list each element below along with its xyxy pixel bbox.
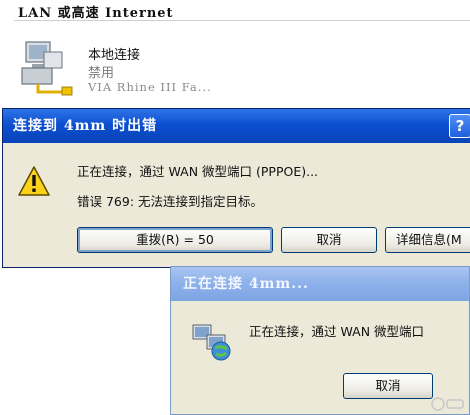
watermark-logo-icon (431, 397, 464, 411)
error-message-code: 错误 769: 无法连接到指定目标。 (77, 194, 264, 209)
connecting-message: 正在连接，通过 WAN 微型端口 (249, 324, 425, 339)
connecting-network-icon (192, 324, 231, 361)
section-header: LAN 或高速 Internet (18, 6, 174, 21)
redial-button[interactable]: 重拨(R) = 50 (77, 227, 273, 253)
connecting-dialog: 正在连接 4mm... 正在连接，通过 WAN 微型端口 取消 (170, 266, 470, 415)
cancel-button[interactable]: 取消 (281, 227, 377, 253)
error-message-connecting: 正在连接，通过 WAN 微型端口 (PPPOE)... (77, 164, 319, 179)
connecting-dialog-title[interactable]: 正在连接 4mm... (171, 267, 469, 301)
connection-name[interactable]: 本地连接 (88, 44, 140, 63)
connection-status: 禁用 (88, 66, 115, 81)
connection-device: VIA Rhine III Fa... (88, 80, 212, 94)
error-dialog-title[interactable]: 连接到 4mm 时出错 (3, 109, 470, 143)
error-dialog: 连接到 4mm 时出错 ? 正在连接，通过 WAN 微型端口 (PPPOE)..… (2, 108, 470, 268)
section-divider (14, 20, 470, 21)
details-button[interactable]: 详细信息(M (385, 227, 470, 253)
network-connection-icon[interactable] (18, 38, 78, 98)
cancel-connecting-button[interactable]: 取消 (343, 373, 433, 399)
warning-icon (18, 166, 50, 196)
help-button[interactable]: ? (449, 114, 470, 138)
